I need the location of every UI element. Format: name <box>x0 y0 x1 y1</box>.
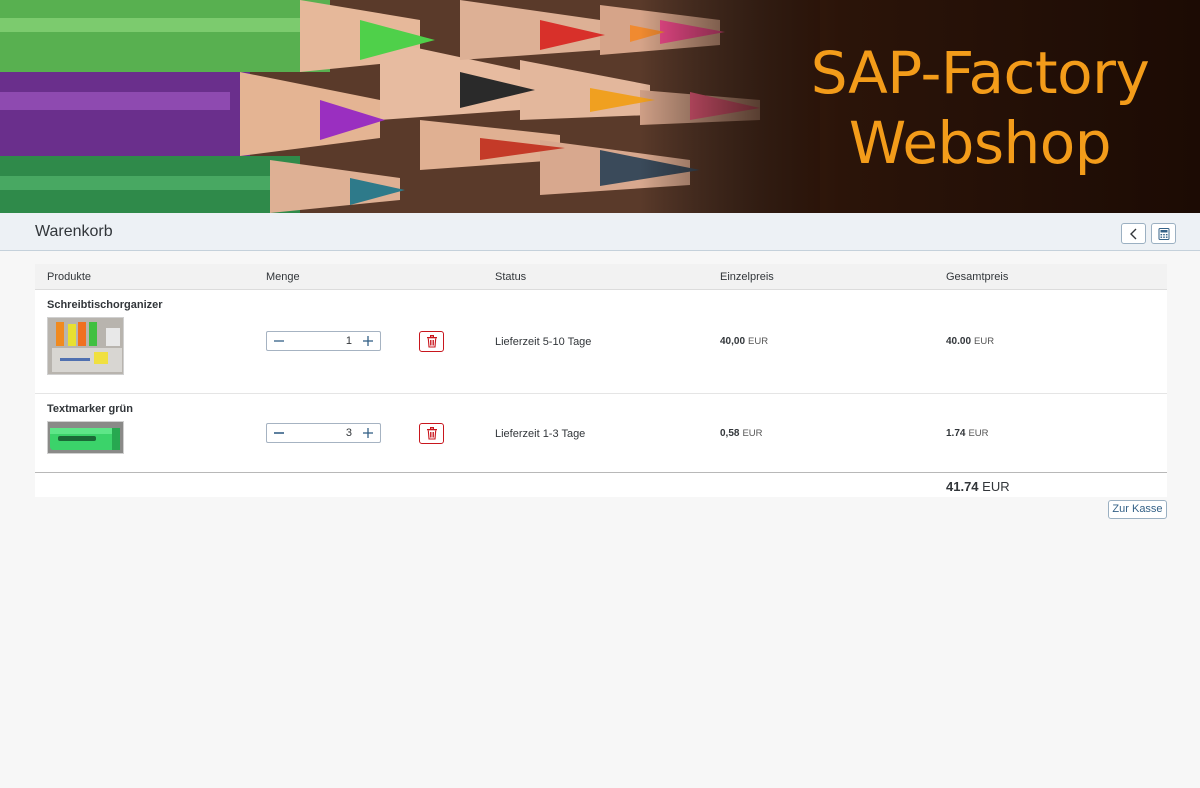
minus-icon <box>274 340 284 342</box>
page-title: Warenkorb <box>35 223 113 240</box>
plus-icon <box>363 428 373 438</box>
column-header-total-price: Gesamtpreis <box>946 271 1009 283</box>
column-header-products: Produkte <box>47 271 92 283</box>
total-price: 1.74 EUR <box>946 428 989 439</box>
quantity-stepper[interactable]: 3 <box>266 423 381 443</box>
trash-icon <box>426 427 437 440</box>
delivery-status: Lieferzeit 1-3 Tage <box>495 428 586 440</box>
colored-pencils-image <box>0 0 820 213</box>
column-header-quantity: Menge <box>266 271 300 283</box>
chevron-left-icon <box>1129 228 1136 239</box>
delete-button[interactable] <box>419 331 444 352</box>
table-header: Produkte Menge Status Einzelpreis Gesamt… <box>35 264 1167 290</box>
quantity-stepper[interactable]: 1 <box>266 331 381 351</box>
column-header-unit-price: Einzelpreis <box>720 271 774 283</box>
unit-price-currency: EUR <box>748 336 769 347</box>
total-price-value: 40.00 <box>946 336 972 347</box>
table-row: Schreibtischorganizer 1 Lieferzeit 5-10 … <box>35 290 1167 394</box>
back-button[interactable] <box>1121 223 1146 244</box>
decrease-button[interactable] <box>267 332 291 350</box>
shop-title: SAP-Factory Webshop <box>800 38 1160 178</box>
delivery-status: Lieferzeit 5-10 Tage <box>495 336 592 348</box>
total-price-currency: EUR <box>974 336 995 347</box>
trash-icon <box>426 335 437 348</box>
total-price-currency: EUR <box>968 428 989 439</box>
product-name: Textmarker grün <box>47 403 133 415</box>
minus-icon <box>274 432 284 434</box>
shop-title-line1: SAP-Factory <box>810 39 1150 107</box>
unit-price-currency: EUR <box>742 428 763 439</box>
product-image-highlighter[interactable] <box>47 421 124 454</box>
cart-total-row: 41.74 EUR <box>35 473 1167 497</box>
grand-total: 41.74 EUR <box>946 479 1010 494</box>
shop-title-line2: Webshop <box>848 109 1112 177</box>
unit-price: 40,00 EUR <box>720 336 768 347</box>
total-price-value: 1.74 <box>946 428 966 439</box>
increase-button[interactable] <box>356 332 380 350</box>
page-header: Warenkorb <box>0 213 1200 251</box>
grand-total-currency: EUR <box>982 479 1010 494</box>
unit-price: 0,58 EUR <box>720 428 763 439</box>
column-header-status: Status <box>495 271 527 283</box>
shop-banner: SAP-Factory Webshop <box>0 0 1200 213</box>
increase-button[interactable] <box>356 424 380 442</box>
decrease-button[interactable] <box>267 424 291 442</box>
product-name: Schreibtischorganizer <box>47 299 163 311</box>
delete-button[interactable] <box>419 423 444 444</box>
total-price: 40.00 EUR <box>946 336 994 347</box>
table-row: Textmarker grün 3 Lieferzeit 1-3 Tage 0,… <box>35 394 1167 473</box>
calculator-button[interactable] <box>1151 223 1176 244</box>
product-image-organizer[interactable] <box>47 317 124 375</box>
calculator-icon <box>1158 227 1169 240</box>
unit-price-value: 40,00 <box>720 336 746 347</box>
plus-icon <box>363 336 373 346</box>
checkout-button[interactable]: Zur Kasse <box>1108 500 1167 519</box>
quantity-value[interactable]: 1 <box>346 335 352 347</box>
quantity-value[interactable]: 3 <box>346 427 352 439</box>
cart-table: Produkte Menge Status Einzelpreis Gesamt… <box>35 264 1167 497</box>
grand-total-value: 41.74 <box>946 479 979 494</box>
unit-price-value: 0,58 <box>720 428 740 439</box>
